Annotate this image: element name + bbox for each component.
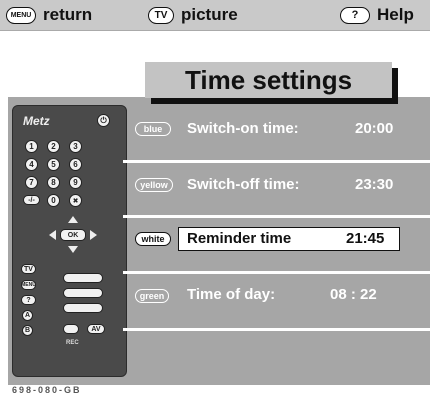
arrow-up-icon	[68, 216, 78, 223]
yellow-key-button[interactable]: yellow	[135, 178, 173, 192]
help-key-icon: ?	[340, 6, 370, 24]
tv-key-icon: TV	[148, 6, 174, 24]
top-bar: MENU return TV picture ? Help	[0, 0, 430, 31]
row-divider	[123, 328, 430, 331]
arrow-left-icon	[49, 230, 56, 240]
digit-7-button: 7	[25, 176, 38, 189]
time-of-day-label: Time of day:	[187, 286, 276, 303]
digit-3-button: 3	[69, 140, 82, 153]
remote-control: Metz ⏻ 1 2 3 4 5 6 7 8 9 -/- 0 ✖ OK TV M…	[12, 105, 127, 377]
sound-button	[63, 288, 103, 298]
page-title: Time settings	[145, 62, 392, 98]
arrow-down-icon	[68, 246, 78, 253]
blue-key-button[interactable]: blue	[135, 122, 171, 136]
menu-key-icon: MENU	[6, 6, 36, 24]
reminder-time-value[interactable]: 21:45	[346, 230, 384, 247]
digit-5-button: 5	[47, 158, 60, 171]
digit-6-button: 6	[69, 158, 82, 171]
picture-button[interactable]: TV picture	[148, 5, 238, 25]
row-divider	[123, 160, 430, 163]
help-remote-button: ?	[21, 295, 36, 305]
a-button: A	[22, 310, 33, 321]
reminder-time-label: Reminder time	[187, 230, 292, 247]
time-of-day-value[interactable]: 08 : 22	[330, 286, 377, 303]
info-button	[63, 303, 103, 313]
picture-label: picture	[181, 5, 238, 24]
switch-on-time-value[interactable]: 20:00	[355, 120, 393, 137]
figure-caption: 698-080-GB	[12, 385, 82, 395]
help-button[interactable]: ? Help	[340, 5, 414, 25]
mute-icon: ✖	[69, 194, 82, 207]
arrow-right-icon	[90, 230, 97, 240]
return-label: return	[43, 5, 93, 24]
return-button[interactable]: MENU return	[6, 5, 92, 25]
row-divider	[123, 215, 430, 218]
digit-8-button: 8	[47, 176, 60, 189]
blank-button	[63, 324, 79, 334]
green-key-button[interactable]: green	[135, 289, 169, 303]
dash-button: -/-	[23, 195, 40, 205]
picture-mode-button	[63, 273, 103, 283]
remote-brand-logo: Metz	[23, 114, 50, 128]
digit-2-button: 2	[47, 140, 60, 153]
digit-9-button: 9	[69, 176, 82, 189]
white-key-button[interactable]: white	[135, 232, 171, 246]
av-button: AV	[87, 324, 105, 334]
menu-button: MENU	[21, 280, 36, 290]
tv-button: TV	[21, 264, 36, 274]
help-label: Help	[377, 5, 414, 24]
b-button: B	[22, 325, 33, 336]
switch-off-time-label: Switch-off time:	[187, 176, 300, 193]
digit-1-button: 1	[25, 140, 38, 153]
digit-4-button: 4	[25, 158, 38, 171]
digit-0-button: 0	[47, 194, 60, 207]
switch-on-time-label: Switch-on time:	[187, 120, 299, 137]
power-icon: ⏻	[97, 114, 110, 127]
ok-button: OK	[60, 229, 86, 241]
row-divider	[123, 271, 430, 274]
rec-label: REC	[66, 340, 79, 346]
switch-off-time-value[interactable]: 23:30	[355, 176, 393, 193]
